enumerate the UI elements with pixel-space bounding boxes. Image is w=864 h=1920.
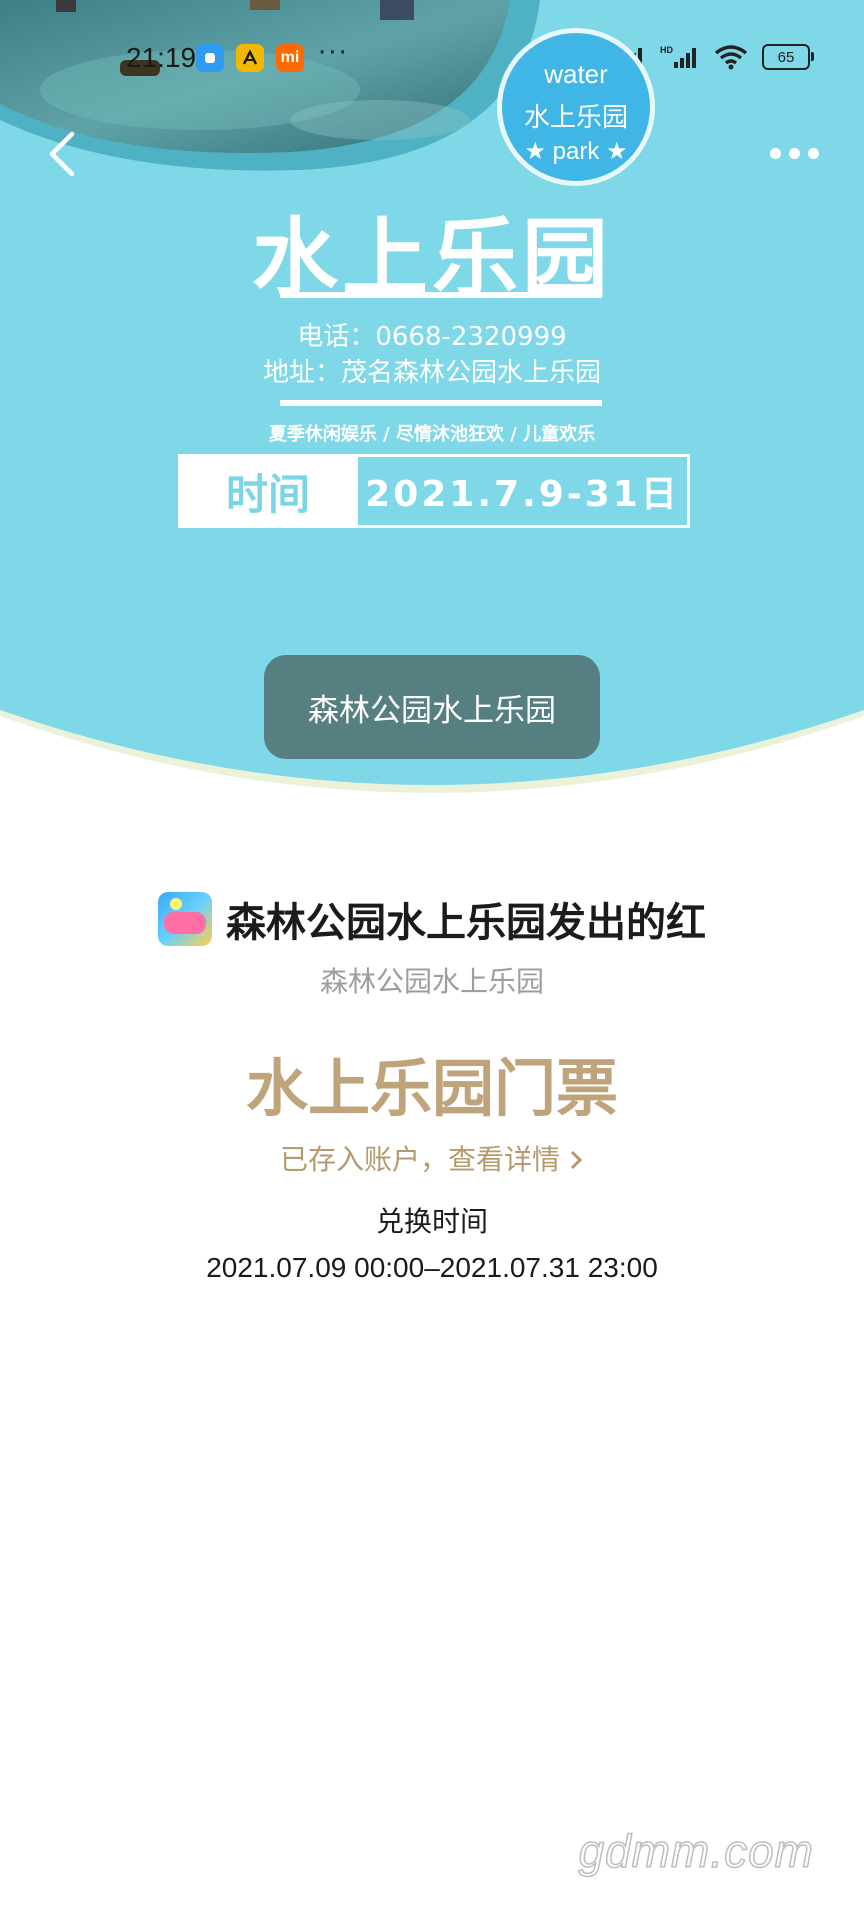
status-app-icons: mi (196, 44, 304, 72)
mi-app-icon: mi (276, 44, 304, 72)
back-button[interactable] (38, 124, 88, 184)
more-dot (808, 147, 819, 159)
status-time: 21:19 (126, 42, 197, 73)
blue-square-app-icon (196, 44, 224, 72)
red-packet-cover: 21:19 mi ··· HD HD (0, 0, 864, 810)
status-bar: 21:19 mi ··· HD HD (0, 0, 864, 120)
wifi-icon (714, 45, 748, 70)
poster-time-label: 时间 (178, 454, 358, 528)
more-dot (770, 147, 781, 159)
status-more-icon: ··· (318, 38, 349, 68)
more-dot (789, 147, 800, 159)
watermark: gdmm.com (578, 1824, 814, 1878)
poster-divider-bottom (280, 400, 602, 406)
poster-time-box: 时间 2021.7.9-31日 (178, 454, 690, 528)
poster-phone: 电话：0668-2320999 (297, 322, 567, 352)
sender-row: 森林公园水上乐园发出的红 (0, 890, 864, 948)
water-park-app-icon (158, 892, 212, 946)
badge-top-text: water (544, 59, 608, 89)
water-park-badge: water 水上乐园 ★ park ★ (497, 28, 655, 186)
badge-bottom-text: ★ park ★ (524, 138, 628, 165)
sender-subtitle: 森林公园水上乐园 (319, 965, 544, 998)
poster-address: 地址：茂名森林公园水上乐园 (262, 358, 601, 388)
poster-tags: 夏季休闲娱乐 / 尽情沐池狂欢 / 儿童欢乐 (268, 424, 596, 445)
battery-indicator: 65 (762, 44, 814, 70)
poster-divider-top (280, 292, 602, 298)
signal-hd-icon-2: HD (660, 45, 696, 68)
yellow-a-app-icon (236, 44, 264, 72)
poster-time-value: 2021.7.9-31日 (358, 454, 690, 528)
redeem-time-label: 兑换时间 (375, 1205, 488, 1238)
view-details-label: 已存入账户，查看详情 (279, 1143, 560, 1176)
svg-text:HD: HD (660, 45, 673, 55)
more-options-button[interactable] (770, 138, 830, 168)
park-name-button[interactable]: 森林公园水上乐园 (264, 655, 600, 759)
chevron-left-icon (49, 131, 75, 177)
chevron-right-icon (570, 1150, 583, 1170)
view-details-link[interactable]: 已存入账户，查看详情 (0, 1138, 864, 1178)
badge-mid-text: 水上乐园 (523, 103, 628, 133)
ticket-title: 水上乐园门票 (245, 1052, 618, 1125)
redeem-time-range: 2021.07.09 00:00–2021.07.31 23:00 (206, 1252, 658, 1283)
sender-name: 森林公园水上乐园发出的红 (226, 900, 706, 946)
